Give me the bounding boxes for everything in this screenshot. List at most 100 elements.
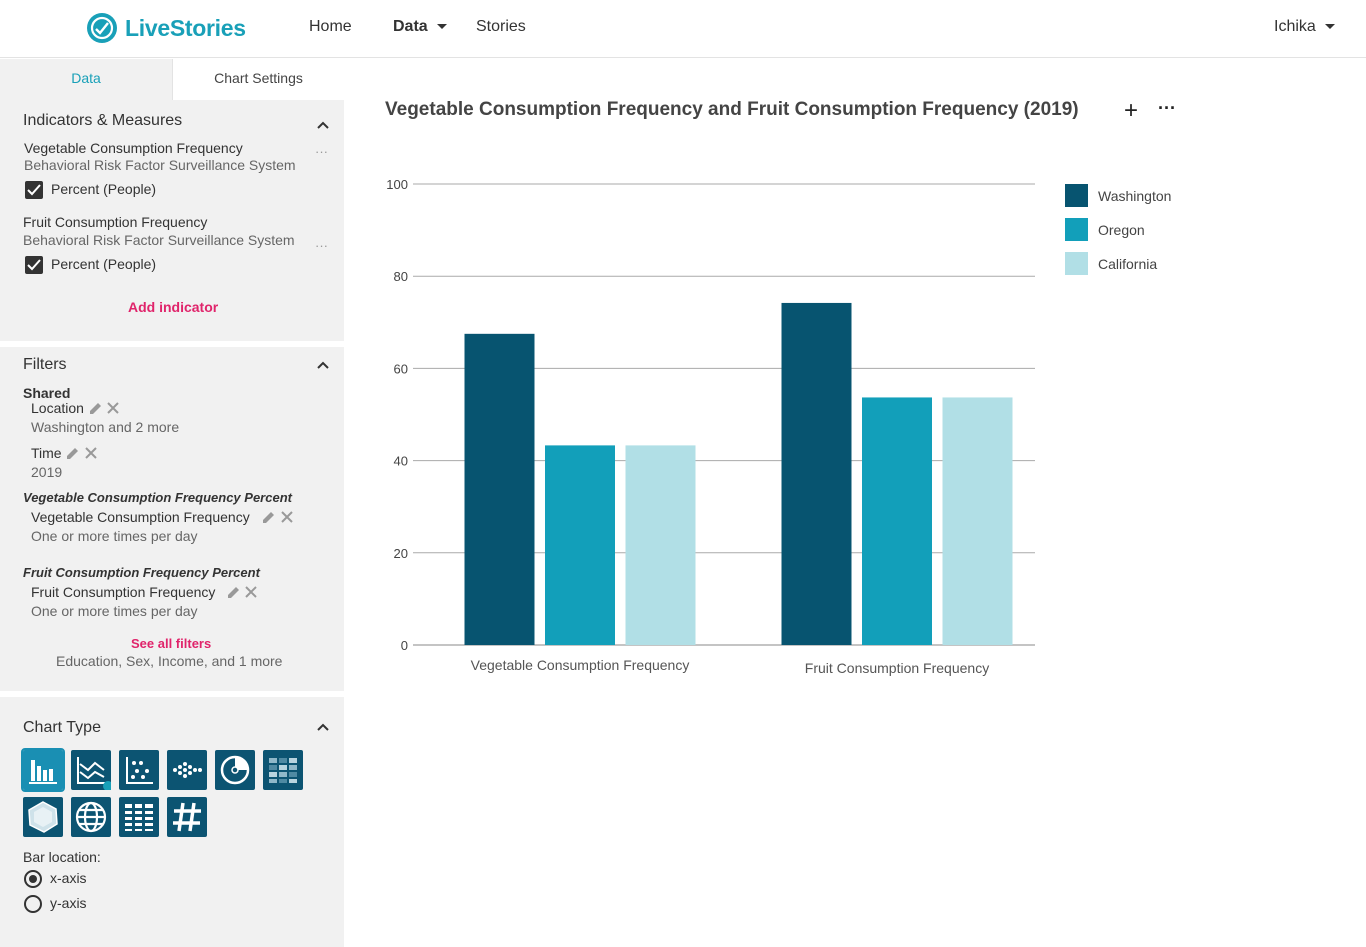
radio-dot xyxy=(29,875,37,883)
bar-location-label: Bar location: xyxy=(23,849,101,865)
check-icon xyxy=(27,184,41,196)
legend-swatch xyxy=(1065,184,1088,207)
veg-filter-group: Vegetable Consumption Frequency Percent xyxy=(23,490,292,505)
fruit-filter-value: One or more times per day xyxy=(31,603,198,619)
chart-title: Vegetable Consumption Frequency and Frui… xyxy=(385,99,1079,120)
close-icon[interactable] xyxy=(244,585,258,599)
chevron-down-icon xyxy=(436,24,447,30)
add-indicator-link[interactable]: Add indicator xyxy=(128,299,218,315)
legend-label: Oregon xyxy=(1098,221,1145,238)
logo[interactable]: LiveStories xyxy=(86,12,246,44)
y-tick-label: 100 xyxy=(386,177,408,192)
number-icon[interactable] xyxy=(167,797,207,837)
pencil-icon[interactable] xyxy=(227,586,240,599)
pie-chart-icon[interactable] xyxy=(215,750,255,790)
bar-chart: 0 20 40 60 80 100 Vegetable Consumption Freque… xyxy=(386,177,1035,676)
table-icon[interactable] xyxy=(119,797,159,837)
line-chart-icon[interactable] xyxy=(71,750,111,790)
indicator-more-icon[interactable]: ··· xyxy=(315,144,328,159)
time-filter-value: 2019 xyxy=(31,464,63,480)
user-menu[interactable]: Ichika xyxy=(1274,18,1335,36)
sidebar-tabs: Data Chart Settings xyxy=(0,59,344,100)
nav-home[interactable]: Home xyxy=(309,18,352,36)
bar xyxy=(862,397,932,645)
veg-filter-label: Vegetable Consumption Frequency xyxy=(31,509,250,525)
fruit-filter-group: Fruit Consumption Frequency Percent xyxy=(23,565,260,580)
indicator-source: Behavioral Risk Factor Surveillance Syst… xyxy=(23,232,295,248)
legend-item-washington[interactable]: Washington xyxy=(1065,184,1171,207)
filters-title: Filters xyxy=(23,356,67,373)
measure-label: Percent (People) xyxy=(51,181,157,197)
measure-checkbox[interactable] xyxy=(25,181,43,199)
tab-chart-settings[interactable]: Chart Settings xyxy=(172,59,344,100)
radio-x-axis-label: x-axis xyxy=(50,870,87,886)
legend-label: Washington xyxy=(1098,187,1172,204)
user-name: Ichika xyxy=(1274,18,1316,35)
bar xyxy=(545,445,615,645)
section-divider xyxy=(0,341,344,347)
location-filter-label: Location xyxy=(31,400,84,416)
livestories-logo-icon xyxy=(87,13,117,43)
chevron-down-icon xyxy=(1324,24,1335,30)
x-tick-label: Fruit Consumption Frequency xyxy=(805,660,989,676)
pencil-icon[interactable] xyxy=(262,511,275,524)
legend-item-oregon[interactable]: Oregon xyxy=(1065,218,1145,241)
close-icon[interactable] xyxy=(106,401,120,415)
indicator-name: Vegetable Consumption Frequency xyxy=(24,140,243,156)
shared-label: Shared xyxy=(23,385,71,401)
legend-swatch xyxy=(1065,218,1088,241)
indicator-source: Behavioral Risk Factor Surveillance Syst… xyxy=(24,157,296,173)
bar xyxy=(464,333,535,645)
legend-swatch xyxy=(1065,252,1088,275)
dot-plot-icon[interactable] xyxy=(119,750,159,790)
y-tick-label: 40 xyxy=(394,454,408,469)
radio-y-axis-label: y-axis xyxy=(50,895,87,911)
chevron-up-icon[interactable] xyxy=(316,722,330,732)
location-filter-value: Washington and 2 more xyxy=(31,419,180,435)
chevron-up-icon[interactable] xyxy=(316,120,330,130)
fruit-filter-label: Fruit Consumption Frequency xyxy=(31,584,216,600)
legend-label: California xyxy=(1098,255,1158,272)
section-divider xyxy=(0,691,344,697)
y-tick-label: 60 xyxy=(394,361,408,376)
veg-filter-value: One or more times per day xyxy=(31,528,198,544)
logo-text: LiveStories xyxy=(125,14,246,41)
nav-data-label: Data xyxy=(393,18,428,35)
indicators-title: Indicators & Measures xyxy=(23,112,183,129)
chevron-up-icon[interactable] xyxy=(316,360,330,370)
tab-data[interactable]: Data xyxy=(0,59,172,100)
more-options-icon[interactable]: ··· xyxy=(1158,98,1176,119)
close-icon[interactable] xyxy=(84,446,98,460)
heatmap-icon[interactable] xyxy=(263,750,303,790)
indicator-name: Fruit Consumption Frequency xyxy=(23,214,208,230)
close-icon[interactable] xyxy=(280,510,294,524)
y-tick-label: 80 xyxy=(394,269,408,284)
see-all-filters-summary: Education, Sex, Income, and 1 more xyxy=(56,653,283,669)
see-all-filters-link[interactable]: See all filters xyxy=(131,636,211,651)
x-tick-label: Vegetable Consumption Frequency xyxy=(471,657,690,673)
legend-item-california[interactable]: California xyxy=(1065,252,1157,275)
map-globe-icon[interactable] xyxy=(71,797,111,837)
radio-y-axis[interactable] xyxy=(24,895,42,913)
bar xyxy=(942,397,1013,645)
nav-data[interactable]: Data xyxy=(393,18,447,36)
time-filter-label: Time xyxy=(31,445,62,461)
nav-stories[interactable]: Stories xyxy=(476,18,526,36)
pencil-icon[interactable] xyxy=(89,402,102,415)
bar xyxy=(781,302,852,645)
check-icon xyxy=(27,259,41,271)
top-nav: LiveStories Home Data Stories Ichika xyxy=(0,0,1366,58)
beeswarm-icon[interactable] xyxy=(167,750,207,790)
measure-label: Percent (People) xyxy=(51,256,157,272)
radio-x-axis[interactable] xyxy=(24,870,42,888)
radar-chart-icon[interactable] xyxy=(23,797,63,837)
y-tick-label: 20 xyxy=(394,546,408,561)
chart-type-title: Chart Type xyxy=(23,719,101,736)
bar-chart-icon[interactable] xyxy=(21,748,65,792)
measure-checkbox[interactable] xyxy=(25,256,43,274)
y-tick-label: 0 xyxy=(401,638,408,653)
add-icon[interactable]: + xyxy=(1124,99,1138,123)
pencil-icon[interactable] xyxy=(66,447,79,460)
bar xyxy=(625,445,696,645)
indicator-more-icon[interactable]: ··· xyxy=(315,238,328,253)
